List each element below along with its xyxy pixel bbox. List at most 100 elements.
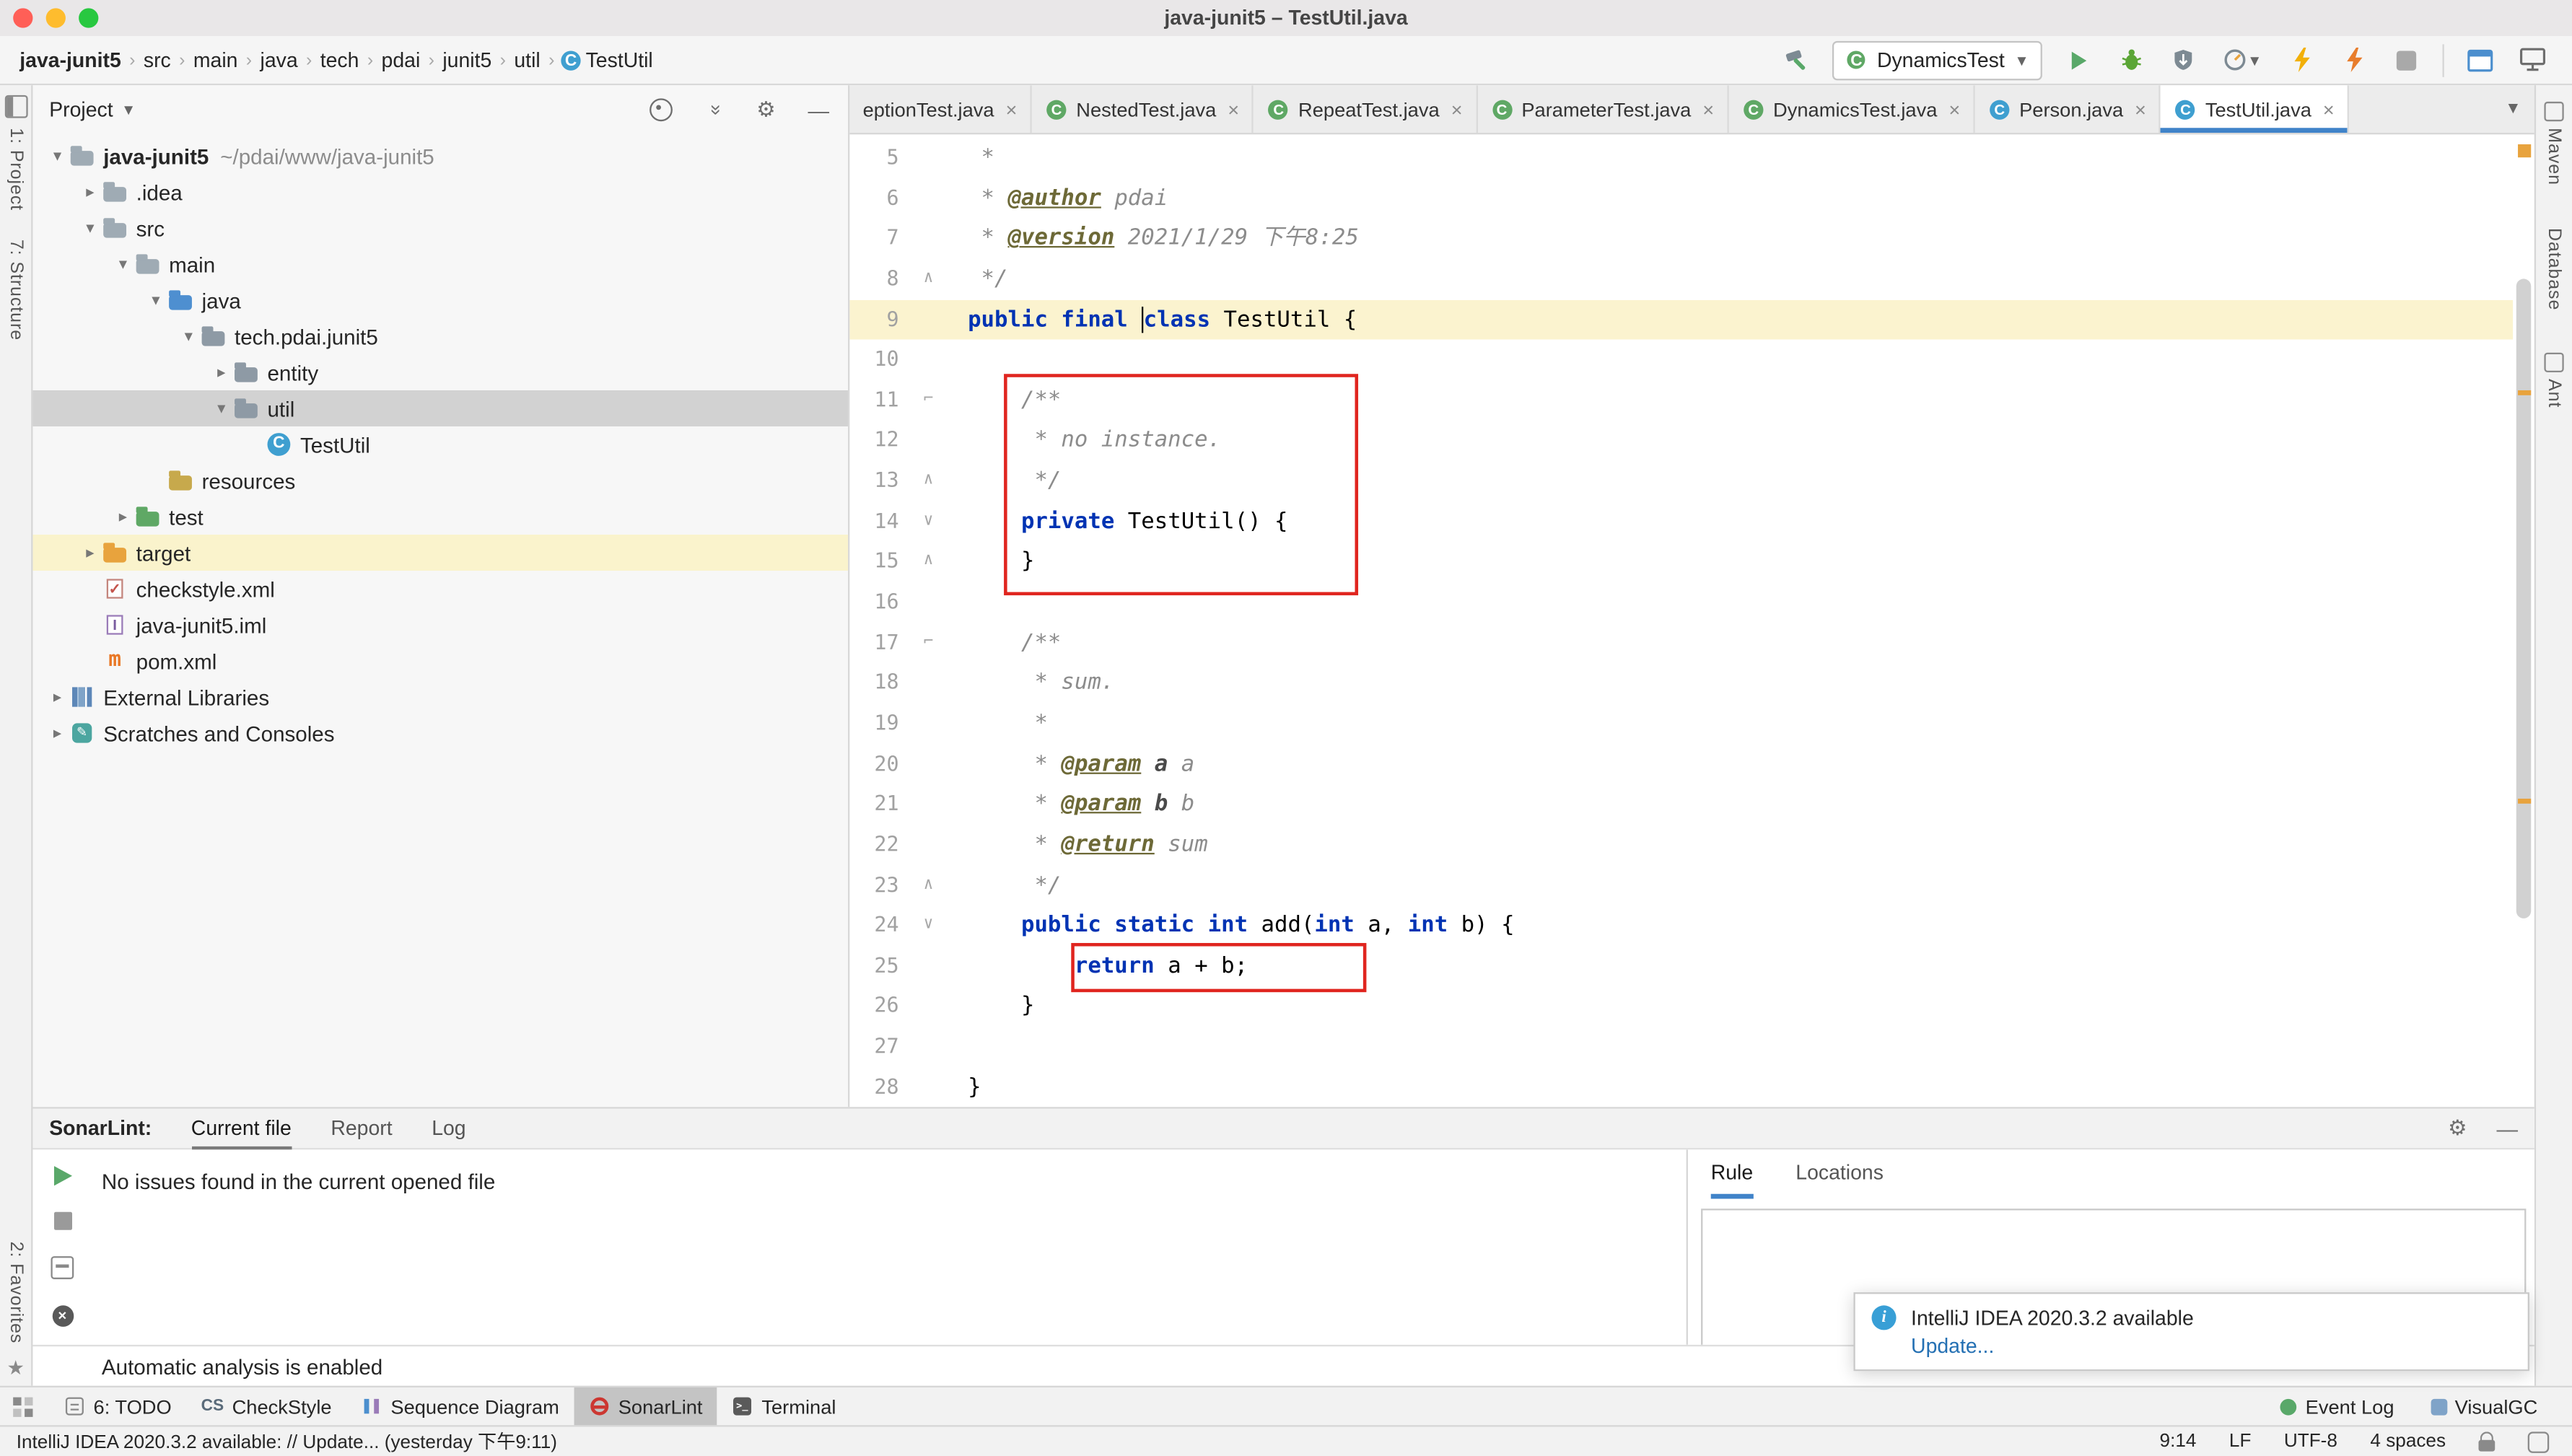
tab-close-icon[interactable]: × (1451, 97, 1463, 120)
analyze-play-icon[interactable] (53, 1166, 71, 1185)
collapse-all-icon[interactable]: « (701, 97, 727, 123)
hidden-tabs-chevron-icon[interactable]: ▼ (2492, 100, 2534, 118)
hide-panel-icon[interactable]: ― (805, 97, 831, 123)
profile-alloc-bolt-icon[interactable] (2337, 43, 2370, 76)
code-line-23[interactable]: 23∧ */ (849, 865, 2513, 905)
editor-scrollbar[interactable] (2513, 134, 2534, 1107)
tool-button-terminal[interactable]: Terminal (717, 1387, 851, 1426)
run-with-coverage-icon[interactable] (2167, 43, 2200, 76)
breadcrumb-item-java[interactable]: java (261, 48, 298, 71)
run-button[interactable] (2062, 43, 2094, 76)
tool-button-visualgc[interactable]: VisualGC (2415, 1387, 2553, 1426)
indent-style[interactable]: 4 spaces (2370, 1431, 2446, 1451)
profile-cpu-bolt-icon[interactable] (2285, 43, 2317, 76)
code-line-25[interactable]: 25 return a + b; (849, 946, 2513, 986)
tree-item-entity[interactable]: ▸entity (32, 354, 848, 390)
tab-close-icon[interactable]: × (2135, 97, 2146, 120)
fold-marker-icon[interactable]: ∨ (899, 905, 958, 946)
editor-tab-person-java[interactable]: Person.java× (1975, 85, 2161, 133)
breadcrumb-item-util[interactable]: util (514, 48, 540, 71)
breadcrumb-item-java-junit5[interactable]: java-junit5 (19, 48, 121, 71)
hide-panel-icon[interactable]: ― (2497, 1116, 2519, 1141)
tool-window-switcher-icon[interactable] (13, 1396, 32, 1416)
tree-item-testutil[interactable]: TestUtil (32, 426, 848, 462)
caret-position[interactable]: 9:14 (2160, 1431, 2197, 1451)
tool-button-maven[interactable]: Maven (2544, 102, 2563, 185)
code-line-13[interactable]: 13∧ */ (849, 461, 2513, 501)
breadcrumb-item-main[interactable]: main (193, 48, 238, 71)
sonarlint-tab-current-file[interactable]: Current file (191, 1108, 292, 1149)
tab-rule[interactable]: Rule (1711, 1149, 1753, 1198)
breadcrumb-item-src[interactable]: src (144, 48, 171, 71)
breadcrumb-item-junit5[interactable]: junit5 (442, 48, 491, 71)
line-separator[interactable]: LF (2229, 1431, 2252, 1451)
favorites-star-icon[interactable]: ★ (6, 1356, 24, 1380)
tree-expand-arrow[interactable]: ▸ (79, 543, 102, 561)
editor-tab-dynamicstest-java[interactable]: DynamicsTest.java× (1729, 85, 1975, 133)
tree-expand-arrow[interactable]: ▾ (210, 399, 233, 417)
code-line-20[interactable]: 20 * @param a a (849, 744, 2513, 784)
fold-marker-icon[interactable]: ∧ (899, 865, 958, 905)
remote-screen-icon[interactable] (2516, 43, 2549, 76)
tool-button-project[interactable]: 1: Project (6, 128, 25, 211)
scrollbar-thumb[interactable] (2516, 279, 2531, 918)
code-line-27[interactable]: 27 (849, 1027, 2513, 1067)
tab-close-icon[interactable]: × (1948, 97, 1960, 120)
project-tool-icon[interactable] (4, 95, 27, 118)
tool-button-6-todo[interactable]: 6: TODO (49, 1387, 186, 1426)
build-hammer-icon[interactable] (1780, 43, 1813, 76)
code-line-8[interactable]: 8∧ */ (849, 259, 2513, 299)
tool-button-sonarlint[interactable]: SonarLint (574, 1387, 717, 1426)
code-editor[interactable]: 5 *6 * @author pdai7 * @version 2021/1/2… (849, 134, 2534, 1107)
tab-close-icon[interactable]: × (2323, 97, 2335, 120)
breadcrumb-item-tech[interactable]: tech (320, 48, 359, 71)
code-line-7[interactable]: 7 * @version 2021/1/29 下午8:25 (849, 219, 2513, 259)
tree-item-target[interactable]: ▸target (32, 535, 848, 571)
tree-expand-arrow[interactable]: ▸ (79, 183, 102, 201)
tree-expand-arrow[interactable]: ▾ (46, 146, 69, 165)
tab-close-icon[interactable]: × (1702, 97, 1714, 120)
code-line-22[interactable]: 22 * @return sum (849, 825, 2513, 865)
tree-item-pom-xml[interactable]: pom.xml (32, 643, 848, 679)
code-line-18[interactable]: 18 * sum. (849, 663, 2513, 703)
write-access-lock-icon[interactable] (2479, 1431, 2496, 1451)
code-line-16[interactable]: 16 (849, 582, 2513, 623)
code-line-10[interactable]: 10 (849, 340, 2513, 380)
tree-expand-arrow[interactable]: ▸ (46, 688, 69, 706)
fold-marker-icon[interactable]: ⌐ (899, 380, 958, 421)
editor-tab-parametertest-java[interactable]: ParameterTest.java× (1477, 85, 1729, 133)
tree-item-java[interactable]: ▾java (32, 282, 848, 318)
code-line-5[interactable]: 5 * (849, 138, 2513, 178)
code-line-11[interactable]: 11⌐ /** (849, 380, 2513, 421)
tree-expand-arrow[interactable]: ▾ (144, 291, 167, 309)
code-line-28[interactable]: 28} (849, 1067, 2513, 1107)
tool-button-ant[interactable]: Ant (2544, 353, 2563, 408)
tab-close-icon[interactable]: × (1228, 97, 1239, 120)
code-line-19[interactable]: 19 * (849, 703, 2513, 744)
tree-item-test[interactable]: ▸test (32, 499, 848, 535)
tab-close-icon[interactable]: × (1005, 97, 1017, 120)
tree-item-external-libraries[interactable]: ▸External Libraries (32, 679, 848, 715)
tree-item-java-junit5-iml[interactable]: java-junit5.iml (32, 607, 848, 643)
tree-item-tech-pdai-junit5[interactable]: ▾tech.pdai.junit5 (32, 318, 848, 354)
gear-icon[interactable]: ⚙ (753, 97, 779, 123)
editor-tab-testutil-java[interactable]: TestUtil.java× (2161, 85, 2349, 133)
tree-expand-arrow[interactable]: ▾ (79, 219, 102, 237)
tree-item-checkstyle-xml[interactable]: checkstyle.xml (32, 571, 848, 607)
debug-bug-icon[interactable] (2114, 43, 2147, 76)
tool-button-database[interactable]: Database (2544, 228, 2563, 310)
fold-marker-icon[interactable]: ∧ (899, 461, 958, 501)
fold-marker-icon[interactable]: ∧ (899, 542, 958, 582)
status-message[interactable]: IntelliJ IDEA 2020.3.2 available: // Upd… (0, 1429, 557, 1455)
file-encoding[interactable]: UTF-8 (2284, 1431, 2337, 1451)
chevron-down-icon[interactable]: ▼ (121, 102, 136, 118)
tool-button-structure[interactable]: 7: Structure (6, 240, 25, 341)
clear-icon[interactable]: × (52, 1305, 74, 1327)
breadcrumb-item-testutil[interactable]: TestUtil (586, 48, 653, 71)
project-panel-title[interactable]: Project (49, 98, 113, 121)
tree-item-util[interactable]: ▾util (32, 390, 848, 426)
tree-expand-arrow[interactable]: ▾ (112, 255, 135, 273)
fold-marker-icon[interactable]: ∧ (899, 259, 958, 299)
tree-item-resources[interactable]: resources (32, 462, 848, 499)
tool-button-favorites[interactable]: 2: Favorites (6, 1241, 25, 1343)
